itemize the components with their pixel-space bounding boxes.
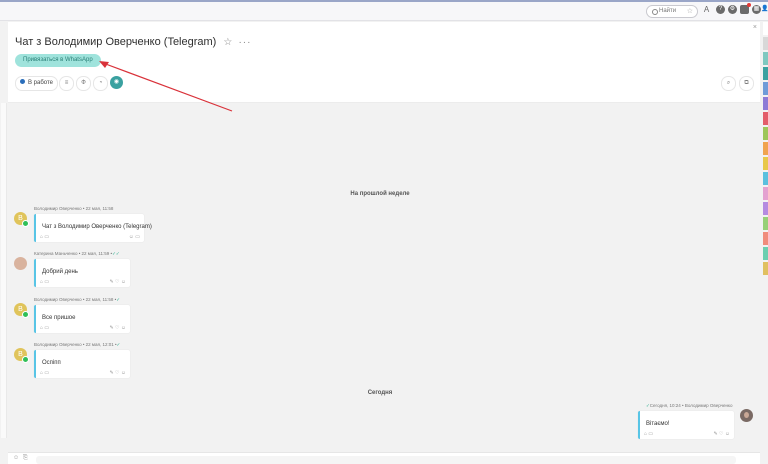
arrow-line [102, 62, 233, 112]
annotation-arrow [99, 61, 233, 112]
